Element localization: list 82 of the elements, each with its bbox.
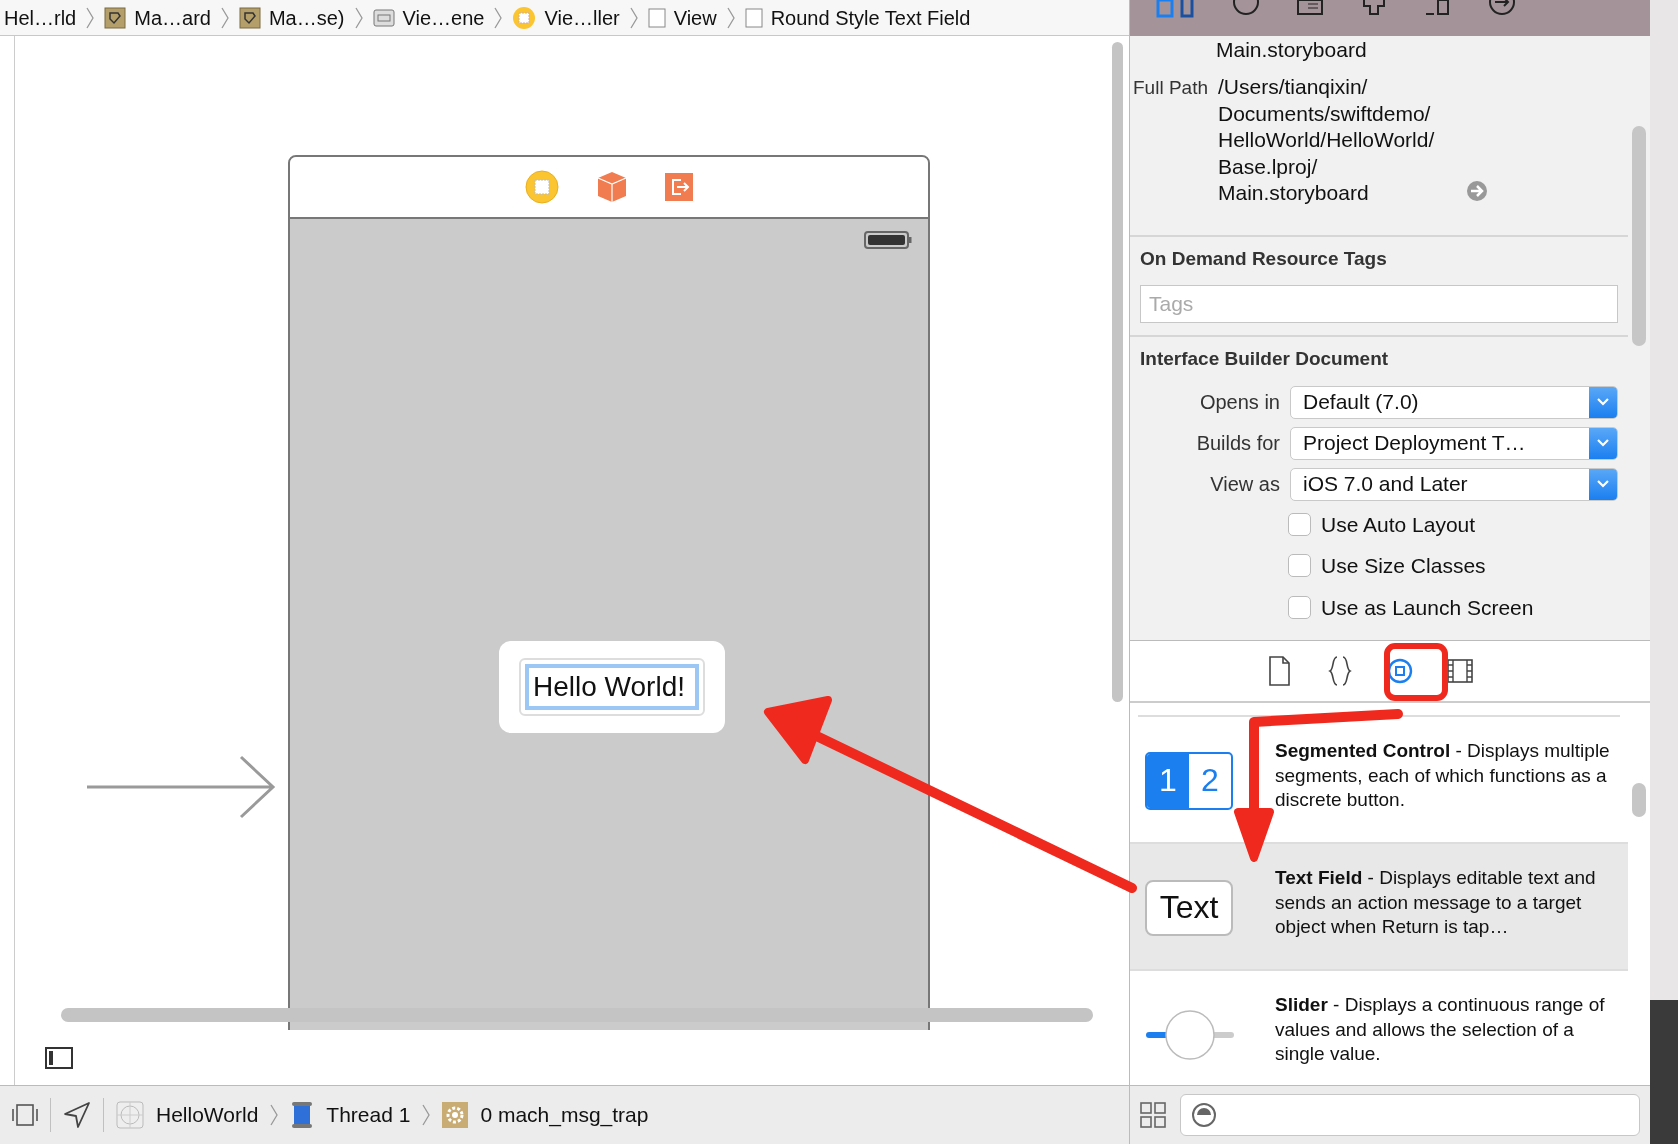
battery-icon bbox=[864, 231, 912, 249]
vertical-scrollbar[interactable] bbox=[1632, 783, 1646, 817]
item-description: Segmented Control - Displays multiple segments, each of which functions as a discrete button. bbox=[1275, 739, 1611, 812]
chevron-icon bbox=[422, 1104, 431, 1126]
item-description: Text Field - Displays editable text and sends an action message to a target object when Return is tap… bbox=[1275, 866, 1597, 939]
chevron-down-icon bbox=[1596, 479, 1610, 489]
connections-icon[interactable] bbox=[1488, 0, 1516, 16]
attributes-icon[interactable] bbox=[1360, 0, 1388, 16]
path-line: Main.storyboard bbox=[1218, 180, 1369, 206]
checkbox-label: Use Size Classes bbox=[1321, 553, 1486, 579]
location-icon[interactable] bbox=[63, 1101, 91, 1129]
library-item[interactable]: Text Text Field - Displays editable text and sends an action message to a target object when Return is tap… bbox=[1130, 844, 1628, 971]
chevron-icon bbox=[354, 6, 363, 29]
breadcrumb-item[interactable]: Ma…se) bbox=[268, 2, 345, 33]
spool-icon bbox=[290, 1101, 315, 1129]
breadcrumb-item[interactable]: Vie…ene bbox=[402, 2, 485, 33]
text-field-preview: Text bbox=[1145, 879, 1233, 936]
chevron-icon bbox=[629, 6, 638, 29]
highlight-frame bbox=[1384, 643, 1448, 701]
debug-path-item[interactable]: 0 mach_msg_trap bbox=[480, 1099, 649, 1131]
storyboard-file-icon bbox=[238, 6, 261, 29]
sidebar-toggle-icon[interactable] bbox=[45, 1046, 73, 1069]
checkbox-label: Use Auto Layout bbox=[1321, 511, 1476, 538]
chevron-down-icon bbox=[1596, 397, 1610, 407]
view-icon bbox=[647, 7, 666, 28]
file-name: Main.storyboard bbox=[1215, 38, 1368, 62]
checkbox[interactable] bbox=[1288, 595, 1311, 619]
breadcrumb-item[interactable]: Round Style Text Field bbox=[770, 2, 971, 33]
section-title: Interface Builder Document bbox=[1140, 347, 1390, 371]
tags-field[interactable]: Tags bbox=[1140, 285, 1618, 323]
field-label: Builds for bbox=[1195, 431, 1280, 456]
inspector-icon[interactable] bbox=[1156, 0, 1196, 18]
field-label: Opens in bbox=[1198, 390, 1280, 415]
braces-icon bbox=[1327, 655, 1353, 687]
debug-path-item[interactable]: HelloWorld bbox=[156, 1099, 259, 1131]
breadcrumb-item[interactable]: View bbox=[673, 2, 717, 33]
path-line: HelloWorld/HelloWorld/ bbox=[1218, 127, 1436, 153]
view-controller-icon bbox=[512, 5, 537, 30]
filter-icon bbox=[1191, 1102, 1217, 1128]
file-icon bbox=[1267, 655, 1293, 687]
popup-button[interactable]: Project Deployment T… bbox=[1290, 426, 1618, 460]
scene-icon bbox=[372, 7, 395, 28]
checkbox-label: Use as Launch Screen bbox=[1321, 594, 1534, 621]
filter-field[interactable] bbox=[1180, 1094, 1640, 1136]
debug-path-item[interactable]: Thread 1 bbox=[326, 1099, 411, 1131]
chevron-icon bbox=[270, 1104, 279, 1126]
exit-icon[interactable] bbox=[665, 173, 693, 201]
section-title: On Demand Resource Tags bbox=[1140, 246, 1388, 271]
field-label: View as bbox=[1209, 472, 1280, 497]
path-line: /Users/tianqixin/ bbox=[1218, 74, 1369, 100]
size-icon[interactable] bbox=[1424, 0, 1452, 16]
text-field[interactable]: Hello World! bbox=[525, 664, 699, 710]
cube-icon[interactable] bbox=[597, 171, 627, 203]
vertical-scrollbar[interactable] bbox=[1112, 42, 1123, 702]
breadcrumb-item[interactable]: Ma…ard bbox=[134, 2, 211, 33]
view-icon bbox=[744, 7, 763, 28]
panel-toggle-icon[interactable] bbox=[12, 1103, 38, 1127]
storyboard-file-icon bbox=[104, 6, 127, 29]
gear-icon bbox=[442, 1102, 469, 1128]
popup-button[interactable]: Default (7.0) bbox=[1290, 385, 1618, 419]
horizontal-scrollbar[interactable] bbox=[61, 1008, 1093, 1022]
slider-preview-icon bbox=[1145, 1007, 1235, 1062]
identity-icon[interactable] bbox=[1296, 0, 1324, 16]
help-icon[interactable] bbox=[1232, 0, 1260, 16]
checkbox[interactable] bbox=[1288, 512, 1311, 536]
vertical-scrollbar[interactable] bbox=[1632, 126, 1646, 346]
chevron-down-icon bbox=[1596, 438, 1610, 448]
path-line: Documents/swiftdemo/ bbox=[1218, 100, 1432, 127]
popup-button[interactable]: iOS 7.0 and Later bbox=[1290, 467, 1618, 501]
breadcrumb-item[interactable]: Hel…rld bbox=[4, 2, 77, 33]
checkbox[interactable] bbox=[1288, 554, 1311, 578]
grid-view-icon[interactable] bbox=[1140, 1102, 1166, 1128]
breadcrumb-item[interactable]: Vie…ller bbox=[544, 2, 620, 33]
segmented-control-preview: 1 2 bbox=[1145, 751, 1233, 810]
chevron-icon bbox=[86, 6, 95, 29]
chevron-icon bbox=[726, 6, 735, 29]
chevron-icon bbox=[494, 6, 503, 29]
chevron-icon bbox=[220, 6, 229, 29]
path-line: Base.lproj/ bbox=[1218, 153, 1319, 180]
field-label: Full Path bbox=[1132, 76, 1208, 100]
item-description: Slider - Displays a continuous range of values and allows the selection of a single value. bbox=[1275, 993, 1606, 1066]
app-icon bbox=[116, 1101, 144, 1129]
